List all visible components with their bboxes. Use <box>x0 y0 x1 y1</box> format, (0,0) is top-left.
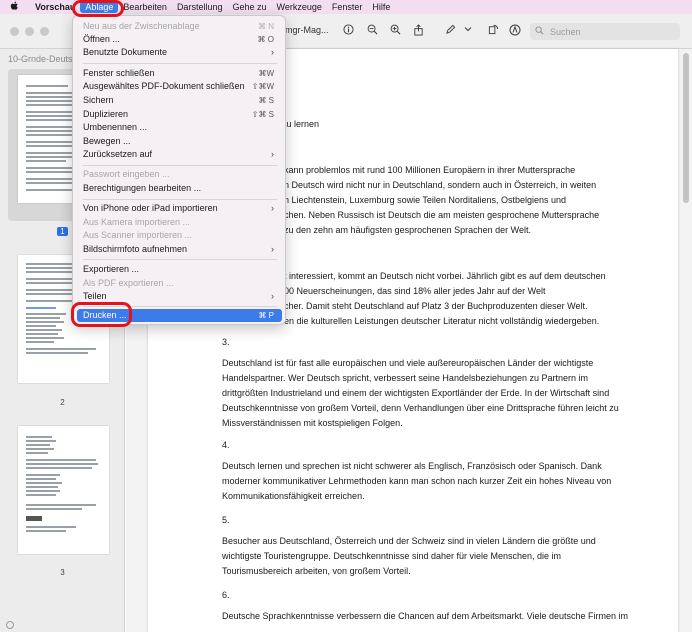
markup-pen-icon[interactable] <box>443 24 457 38</box>
doc-line: moderner kommunikativer Lehrmethoden kan… <box>222 476 612 486</box>
apple-logo-icon[interactable] <box>10 1 24 13</box>
submenu-arrow-icon: › <box>271 149 274 159</box>
doc-line: kann problemlos mit rund 100 Millionen E… <box>284 165 576 175</box>
menu-item-teilen[interactable]: Teilen › <box>77 290 282 303</box>
menu-item-zuruecksetzen[interactable]: Zurücksetzen auf › <box>77 148 282 161</box>
submenu-arrow-icon: › <box>271 203 274 213</box>
menu-separator <box>83 165 277 166</box>
menu-bearbeiten[interactable]: Bearbeiten <box>118 0 172 14</box>
page-number-3: 3 <box>60 568 65 577</box>
menu-item-iphone-import[interactable]: Von iPhone oder iPad importieren › <box>77 202 282 215</box>
section-number: 4. <box>222 440 230 450</box>
sidebar-document-title: 10-Grnde-Deuts <box>8 54 73 64</box>
scrollbar-knob[interactable] <box>683 53 689 203</box>
menu-ablage[interactable]: Ablage <box>80 1 119 13</box>
search-placeholder: Suchen <box>550 26 581 37</box>
menu-item-fenster-schliessen[interactable]: Fenster schließen ⌘W <box>77 67 282 80</box>
menu-fenster[interactable]: Fenster <box>327 0 368 14</box>
doc-line: zu lernen <box>282 119 320 129</box>
menu-werkzeuge[interactable]: Werkzeuge <box>272 0 327 14</box>
vertical-scrollbar[interactable] <box>682 49 690 632</box>
share-icon[interactable] <box>411 24 425 39</box>
window-title: mgr-Mag... <box>285 25 329 35</box>
menu-bar: Vorschau Ablage Bearbeiten Darstellung G… <box>0 0 692 14</box>
doc-line: chen. Neben Russisch ist Deutsch die am … <box>284 210 600 220</box>
menu-item-umbenennen[interactable]: Umbenennen ... <box>77 121 282 134</box>
doc-line: drittgrößten Industrieland und einem der… <box>222 388 610 398</box>
rotate-icon[interactable] <box>486 24 500 38</box>
menu-item-scanner-import[interactable]: Aus Scanner importieren ... <box>77 229 282 242</box>
minimize-window-button[interactable] <box>25 27 34 36</box>
menu-item-duplizieren[interactable]: Duplizieren ⇧⌘ S <box>77 108 282 121</box>
doc-line: wichtigste Touristengruppe. Deutschkennt… <box>222 551 562 561</box>
doc-line: n Deutsch wird nicht nur in Deutschland,… <box>284 180 597 190</box>
info-icon[interactable] <box>341 24 355 38</box>
menu-darstellung[interactable]: Darstellung <box>172 0 228 14</box>
screen: Vorschau Ablage Bearbeiten Darstellung G… <box>0 0 692 632</box>
zoom-out-icon[interactable] <box>365 24 379 38</box>
doc-line: Missverständnissen mit kostspieligen Fol… <box>222 418 403 428</box>
doc-line: Deutsch lernen und sprechen ist nicht sc… <box>222 461 602 471</box>
menu-item-neu-aus-zwischenablage[interactable]: Neu aus der Zwischenablage ⌘ N <box>77 20 282 33</box>
submenu-arrow-icon: › <box>271 291 274 301</box>
search-icon <box>535 26 544 37</box>
doc-line: Deutsche Sprachkenntnisse verbessern die… <box>222 611 629 621</box>
doc-line: t interessiert, kommt an Deutsch nicht v… <box>284 271 606 281</box>
page-thumbnail-3[interactable] <box>18 426 109 554</box>
search-field[interactable]: Suchen <box>530 23 680 40</box>
menu-separator <box>83 63 277 64</box>
menu-item-benutzte-dokumente[interactable]: Benutzte Dokumente › <box>77 46 282 59</box>
doc-line: en die kulturellen Leistungen deutscher … <box>284 316 600 326</box>
annotate-circle-icon[interactable] <box>508 24 522 39</box>
submenu-arrow-icon: › <box>271 47 274 57</box>
menu-item-bewegen[interactable]: Bewegen ... <box>77 135 282 148</box>
doc-line: 00 Neuerscheinungen, das sind 18% aller … <box>284 286 546 296</box>
menu-item-kamera-import[interactable]: Aus Kamera importieren ... <box>77 216 282 229</box>
doc-line: Deutschkenntnisse von großem Vorteil, de… <box>222 403 619 413</box>
menu-item-exportieren[interactable]: Exportieren ... <box>77 263 282 276</box>
menu-item-berechtigungen[interactable]: Berechtigungen bearbeiten ... <box>77 182 282 195</box>
zoom-window-button[interactable] <box>40 27 49 36</box>
doc-line: Tourismusbereich arbeiten, von großem Vo… <box>222 566 411 576</box>
menu-separator <box>83 306 277 307</box>
close-window-button[interactable] <box>10 27 19 36</box>
ablage-menu: Neu aus der Zwischenablage ⌘ N Öffnen ...… <box>72 15 286 325</box>
doc-line: cher. Damit steht Deutschland auf Platz … <box>284 301 588 311</box>
page-number-2: 2 <box>60 398 65 407</box>
sidebar-options-icon[interactable] <box>6 621 14 629</box>
doc-line: Besucher aus Deutschland, Österreich und… <box>222 536 596 546</box>
menu-vorschau[interactable]: Vorschau <box>30 0 80 14</box>
menu-item-pdf-schliessen[interactable]: Ausgewähltes PDF-Dokument schließen ⇧⌘W <box>77 80 282 93</box>
section-number: 3. <box>222 337 230 347</box>
menu-separator <box>83 259 277 260</box>
menu-item-passwort[interactable]: Passwort eingeben ... <box>77 168 282 181</box>
chevron-down-icon[interactable] <box>461 25 475 37</box>
menu-hilfe[interactable]: Hilfe <box>367 0 395 14</box>
menu-item-als-pdf-exportieren[interactable]: Als PDF exportieren ... <box>77 277 282 290</box>
submenu-arrow-icon: › <box>271 244 274 254</box>
section-number: 6. <box>222 590 230 600</box>
doc-line: n Liechtenstein, Luxemburg sowie Teilen … <box>284 195 567 205</box>
traffic-lights <box>10 27 49 36</box>
section-number: 5. <box>222 515 230 525</box>
menu-item-bildschirmfoto[interactable]: Bildschirmfoto aufnehmen › <box>77 243 282 256</box>
menu-item-sichern[interactable]: Sichern ⌘ S <box>77 94 282 107</box>
menu-item-drucken[interactable]: Drucken ... ⌘ P <box>77 309 282 322</box>
zoom-in-icon[interactable] <box>388 24 402 38</box>
doc-line: Kommunikationsfähigkeit erreichen. <box>222 491 365 501</box>
menu-separator <box>83 199 277 200</box>
menu-item-oeffnen[interactable]: Öffnen ... ⌘ O <box>77 33 282 46</box>
doc-line: Deutschland ist für fast alle europäisch… <box>222 358 594 368</box>
doc-line: zu den zehn am häufigsten gesprochenen S… <box>284 225 531 235</box>
doc-line: Handelspartner. Wer Deutsch spricht, ver… <box>222 373 589 383</box>
menu-gehe-zu[interactable]: Gehe zu <box>227 0 271 14</box>
